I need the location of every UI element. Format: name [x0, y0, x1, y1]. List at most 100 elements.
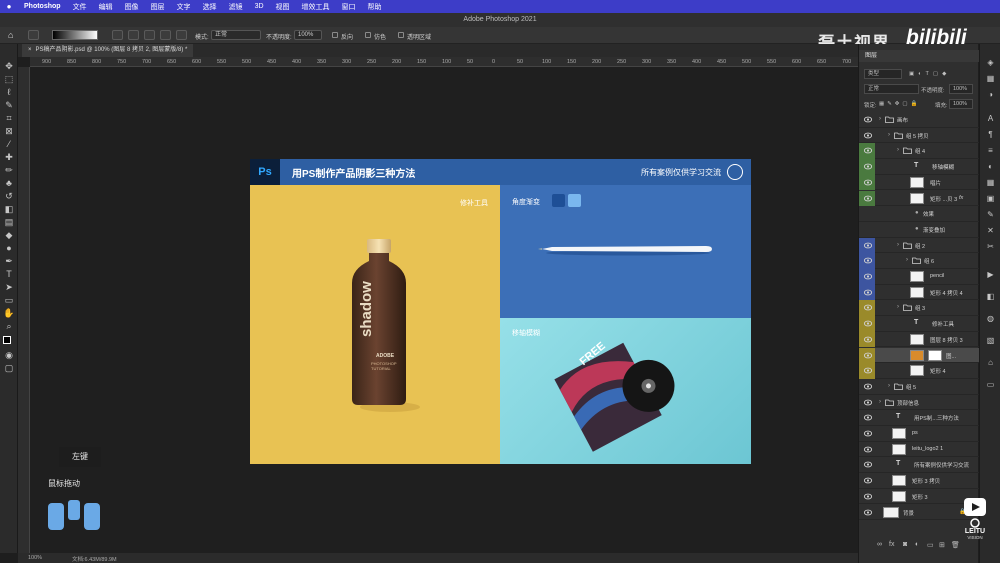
visibility-eye-icon[interactable]	[864, 461, 872, 468]
fill-input[interactable]: 100%	[949, 99, 973, 109]
paragraph-dock-icon[interactable]: ¶	[985, 130, 996, 140]
layer-row[interactable]: 矩形 3	[859, 489, 979, 505]
visibility-eye-icon[interactable]	[864, 163, 872, 170]
path-select-tool-icon[interactable]: ➤	[3, 282, 15, 292]
menu-app-name[interactable]: Photoshop	[18, 3, 67, 10]
menu-3d[interactable]: 3D	[249, 3, 270, 10]
visibility-eye-icon[interactable]	[864, 304, 872, 311]
visibility-eye-icon[interactable]	[864, 352, 872, 359]
marquee-tool-icon[interactable]: ⬚	[3, 74, 15, 84]
group-expand-icon[interactable]: ›	[906, 257, 908, 263]
blend-mode-select[interactable]: 正常	[864, 84, 919, 94]
layer-row[interactable]: 背景 🔒	[859, 505, 979, 521]
visibility-eye-icon[interactable]	[864, 383, 872, 390]
visibility-eye-icon[interactable]	[864, 132, 872, 139]
reflected-gradient-button[interactable]	[160, 30, 171, 40]
group-expand-icon[interactable]: ›	[888, 132, 890, 138]
layer-opacity-input[interactable]: 100%	[949, 84, 973, 94]
layer-row[interactable]: T 移轴模糊	[859, 159, 979, 175]
link-layers-icon[interactable]: ∞	[877, 541, 882, 548]
opacity-input[interactable]: 100%	[294, 30, 322, 40]
eyedropper-tool-icon[interactable]: ⁄	[3, 139, 15, 149]
color-dock-icon[interactable]: ◑	[985, 90, 996, 100]
visibility-eye-icon[interactable]	[864, 289, 872, 296]
quick-select-tool-icon[interactable]: ✎	[3, 100, 15, 110]
group-expand-icon[interactable]: ›	[888, 383, 890, 389]
gradient-tool-icon[interactable]: ▤	[3, 217, 15, 227]
learn-dock-icon[interactable]: ⌂	[985, 358, 996, 368]
layer-row[interactable]: 图层 8 拷贝 3	[859, 331, 979, 348]
delete-layer-icon[interactable]: 🗑	[951, 541, 960, 549]
glyphs-dock-icon[interactable]: ≡	[985, 146, 996, 156]
group-expand-icon[interactable]: ›	[879, 399, 881, 405]
layer-row[interactable]: ● 效果	[859, 206, 979, 222]
new-group-icon[interactable]: ▭	[927, 541, 934, 549]
adjustments-dock-icon[interactable]: ▣	[985, 194, 996, 204]
effect-visibility-icon[interactable]: ●	[915, 226, 919, 232]
document-tab[interactable]: × PS稿产品阴影.psd @ 100% (图层 8 拷贝 2, 图层蒙版/8) …	[22, 44, 194, 57]
visibility-eye-icon[interactable]	[864, 493, 872, 500]
visibility-eye-icon[interactable]	[864, 399, 872, 406]
dither-checkbox[interactable]	[365, 32, 371, 38]
screen-mode-icon[interactable]: ▢	[3, 363, 15, 373]
quick-mask-icon[interactable]: ◉	[3, 350, 15, 360]
menu-view[interactable]: 视图	[270, 2, 296, 12]
menu-select[interactable]: 选择	[197, 2, 223, 12]
visibility-eye-icon[interactable]	[864, 273, 872, 280]
menu-edit[interactable]: 编辑	[93, 2, 119, 12]
layer-row[interactable]: › 组 6	[859, 253, 979, 269]
new-layer-icon[interactable]: ⊞	[939, 541, 945, 549]
layer-row[interactable]: T 所有案例仅供学习交流	[859, 457, 979, 474]
comments-dock-icon[interactable]: ▭	[985, 380, 996, 390]
crop-tool-icon[interactable]: ⌗	[3, 113, 15, 123]
visibility-eye-icon[interactable]	[864, 116, 872, 123]
visibility-eye-icon[interactable]	[864, 257, 872, 264]
hand-tool-icon[interactable]: ✋	[3, 308, 15, 318]
menu-window[interactable]: 窗口	[336, 2, 362, 12]
gradient-preview[interactable]	[52, 30, 98, 40]
layer-row[interactable]: › 组 4	[859, 143, 979, 160]
layer-row[interactable]: 矩形 4 拷贝 4	[859, 284, 979, 301]
layer-row[interactable]: T 用PS制...三种方法	[859, 410, 979, 426]
frame-tool-icon[interactable]: ⊠	[3, 126, 15, 136]
menu-type[interactable]: 文字	[171, 2, 197, 12]
eraser-tool-icon[interactable]: ◧	[3, 204, 15, 214]
layer-row[interactable]: › 组 5 拷贝	[859, 128, 979, 144]
visibility-eye-icon[interactable]	[864, 242, 872, 249]
layers-dock-icon[interactable]: ◈	[985, 58, 996, 68]
history-dock-icon[interactable]: ▦	[985, 74, 996, 84]
brushes-dock-icon[interactable]: ✎	[985, 210, 996, 220]
pen-tool-icon[interactable]: ✒	[3, 256, 15, 266]
menu-image[interactable]: 图像	[119, 2, 145, 12]
visibility-eye-icon[interactable]	[864, 367, 872, 374]
layer-row[interactable]: 唱片	[859, 174, 979, 191]
menu-file[interactable]: 文件	[67, 2, 93, 12]
layer-row[interactable]: › 顶部信息	[859, 395, 979, 411]
character-dock-icon[interactable]: A	[985, 114, 996, 124]
stamp-tool-icon[interactable]: ♣	[3, 178, 15, 188]
layer-row[interactable]: 矩形 4	[859, 363, 979, 379]
channels-dock-icon[interactable]: ◧	[985, 292, 996, 302]
shape-tool-icon[interactable]: ▭	[3, 295, 15, 305]
layer-fx-badge[interactable]: fx	[959, 195, 963, 201]
effect-visibility-icon[interactable]: ●	[915, 210, 919, 216]
group-expand-icon[interactable]: ›	[897, 147, 899, 153]
visibility-eye-icon[interactable]	[864, 414, 872, 421]
layer-row[interactable]: ● 渐变叠加	[859, 222, 979, 238]
layer-row[interactable]: pencil	[859, 269, 979, 285]
actions-dock-icon[interactable]: ▶	[985, 270, 996, 280]
color-swatches-icon[interactable]	[3, 336, 15, 348]
reverse-checkbox[interactable]	[332, 32, 338, 38]
transparency-checkbox[interactable]	[398, 32, 404, 38]
layer-mask-thumbnail[interactable]	[928, 349, 942, 361]
swatches-dock-icon[interactable]: ▦	[985, 178, 996, 188]
layer-row[interactable]: T 修补工具	[859, 316, 979, 332]
layer-row[interactable]: leitu_logo2 1	[859, 442, 979, 458]
move-tool-icon[interactable]: ✥	[3, 61, 15, 71]
tools-dock-icon[interactable]: ✕	[985, 226, 996, 236]
visibility-eye-icon[interactable]	[864, 320, 872, 327]
visibility-eye-icon[interactable]	[864, 430, 872, 437]
styles-dock-icon[interactable]: ▧	[985, 336, 996, 346]
layer-row[interactable]: › 组 5	[859, 379, 979, 395]
document-close-icon[interactable]: ×	[28, 47, 32, 53]
